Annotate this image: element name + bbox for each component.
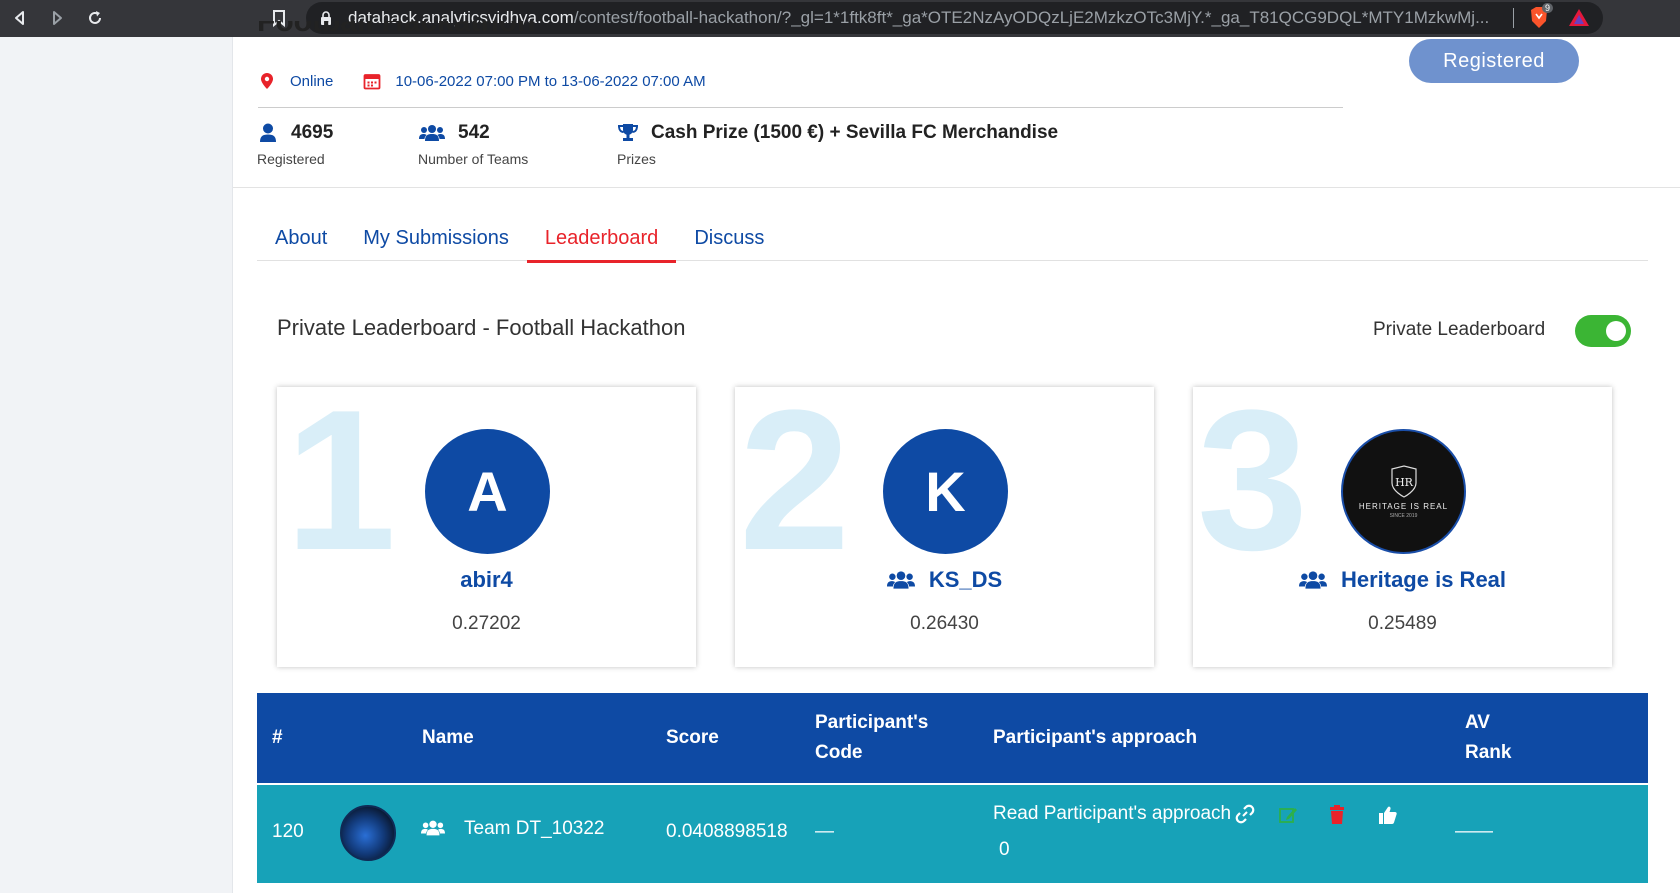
logo-subtext: SINCE 2019 (1389, 512, 1418, 519)
row-score: 0.0408898518 (666, 821, 788, 842)
edit-icon (1279, 808, 1297, 823)
podium-rank-number: 3 (1197, 387, 1309, 592)
contest-tabs: About My Submissions Leaderboard Discuss (257, 221, 1648, 263)
meta-divider (258, 107, 1343, 108)
contest-dates: 10-06-2022 07:00 PM to 13-06-2022 07:00 … (395, 72, 706, 90)
table-header: # Name Score Participant's Code Particip… (257, 693, 1648, 783)
crest-icon: HR (1390, 464, 1417, 498)
team-avatar (340, 805, 396, 861)
podium-card-2: 2 K KS_DS 0.26430 (735, 387, 1154, 667)
leaderboard-table: # Name Score Participant's Code Particip… (257, 693, 1648, 883)
avatar: A (425, 429, 550, 554)
tab-about[interactable]: About (257, 221, 345, 261)
team-icon (886, 570, 915, 590)
teams-label: Number of Teams (418, 151, 529, 167)
row-team-name[interactable]: Team DT_10322 (464, 818, 604, 840)
private-leaderboard-label: Private Leaderboard (1373, 319, 1546, 340)
tab-discuss[interactable]: Discuss (676, 221, 782, 261)
registered-label: Registered (257, 151, 325, 167)
podium-name-text: Heritage is Real (1340, 567, 1507, 592)
podium-card-1: 1 A abir4 0.27202 (277, 387, 696, 667)
user-icon (257, 122, 279, 144)
users-icon (418, 122, 446, 144)
team-icon (421, 819, 445, 843)
podium-name[interactable]: Heritage is Real (1193, 567, 1612, 593)
trash-icon (1330, 805, 1344, 824)
row-code: — (815, 821, 834, 842)
private-leaderboard-toggle[interactable] (1575, 315, 1631, 347)
contest-meta: Online 10-06-2022 07:00 PM to 13-06-2022… (258, 71, 706, 91)
teams-count: 542 (458, 122, 490, 143)
link-icon (1235, 804, 1255, 824)
tab-leaderboard[interactable]: Leaderboard (526, 221, 677, 263)
brave-rewards-icon[interactable] (1567, 6, 1591, 30)
contest-page: Football Hackathon Online 10-06-2022 07:… (232, 21, 1680, 893)
toolbar-separator (1513, 8, 1514, 28)
calendar-icon (363, 71, 381, 91)
forward-button[interactable] (39, 2, 75, 34)
col-code: Participant's Code (815, 712, 929, 763)
podium-score: 0.27202 (452, 613, 521, 634)
delete-button[interactable] (1325, 803, 1349, 827)
podium-name-text: abir4 (460, 567, 513, 592)
row-rank: 120 (272, 821, 304, 842)
podium-score: 0.25489 (1368, 613, 1437, 634)
registered-count: 4695 (291, 122, 334, 143)
thumbs-up-icon (1379, 806, 1397, 824)
col-name: Name (422, 727, 474, 748)
brave-badge: 9 (1542, 3, 1554, 13)
prizes-value: Cash Prize (1500 €) + Sevilla FC Merchan… (651, 122, 1059, 143)
stat-teams: 542 Number of Teams (418, 119, 528, 167)
col-approach: Participant's approach (993, 727, 1198, 748)
contest-title: Football Hackathon (257, 21, 535, 37)
back-icon (15, 11, 24, 25)
team-icon (1298, 570, 1327, 590)
like-button[interactable] (1376, 803, 1400, 827)
avatar: K (883, 429, 1008, 554)
toggle-knob (1606, 321, 1626, 341)
location-pin-icon (258, 71, 276, 91)
row-av-rank: —— (1455, 821, 1493, 842)
forward-icon (53, 11, 62, 25)
col-av-rank: AV Rank (1465, 712, 1512, 763)
heritage-logo-avatar: HR HERITAGE IS REAL SINCE 2019 (1341, 429, 1466, 554)
approach-link-text: Read Participant's approach (993, 803, 1232, 824)
like-count: 0 (999, 839, 1010, 860)
approach-link[interactable]: Read Participant's approach (993, 803, 1255, 825)
tab-my-submissions[interactable]: My Submissions (345, 221, 527, 261)
leaderboard-title: Private Leaderboard - Football Hackathon (277, 315, 686, 340)
podium-name[interactable]: KS_DS (735, 567, 1154, 593)
reload-button[interactable] (77, 2, 113, 34)
registered-button[interactable]: Registered (1409, 39, 1579, 83)
prizes-label: Prizes (617, 151, 656, 167)
contest-location: Online (290, 72, 334, 90)
reload-icon (89, 11, 101, 24)
podium-rank-number: 2 (739, 387, 851, 592)
podium-name-text: KS_DS (928, 567, 1003, 592)
logo-initials: HR (1395, 476, 1414, 489)
table-row: 120 Team DT_10322 0.0408898518 — Read Pa… (257, 785, 1648, 883)
podium-name[interactable]: abir4 (277, 567, 696, 593)
stat-registered: 4695 Registered (257, 119, 333, 167)
trophy-icon (617, 122, 639, 144)
back-button[interactable] (2, 2, 38, 34)
col-rank: # (272, 727, 283, 748)
podium-card-3: 3 HR HERITAGE IS REAL SINCE 2019 Heritag… (1193, 387, 1612, 667)
podium-score: 0.26430 (910, 613, 979, 634)
browser-toolbar: datahack.analyticsvidhya.com/contest/foo… (0, 0, 1680, 37)
header-divider (233, 187, 1680, 188)
podium-rank-number: 1 (285, 387, 397, 592)
edit-button[interactable] (1276, 803, 1300, 827)
col-score: Score (666, 727, 719, 748)
logo-text: HERITAGE IS REAL (1358, 501, 1449, 511)
stat-prizes: Cash Prize (1500 €) + Sevilla FC Merchan… (617, 119, 1058, 167)
